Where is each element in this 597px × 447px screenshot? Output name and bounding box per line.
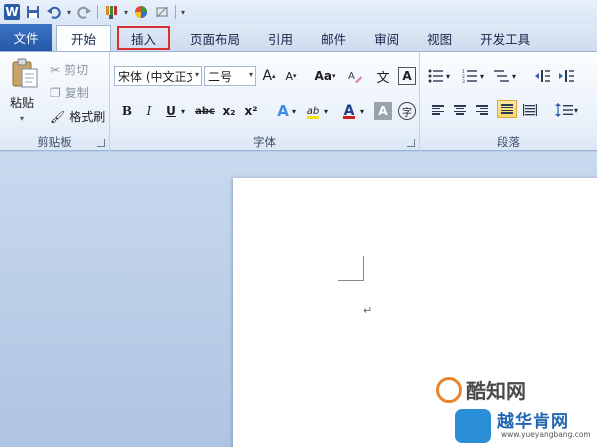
copy-icon: ❐ xyxy=(50,85,61,100)
font-color-swatch xyxy=(343,116,355,119)
chevron-down-icon: ▾ xyxy=(248,70,253,79)
phonetic-guide-button[interactable]: 文 xyxy=(374,67,392,86)
paragraph-mark: ↵ xyxy=(363,304,373,317)
tab-home[interactable]: 开始 xyxy=(56,25,112,51)
paste-icon[interactable] xyxy=(11,58,39,88)
clipboard-launcher-icon[interactable] xyxy=(97,139,105,147)
paste-button[interactable]: 粘贴 xyxy=(10,94,34,111)
word-app-icon[interactable]: W xyxy=(4,4,20,20)
customize-qat-icon[interactable]: ▾ xyxy=(181,8,185,17)
font-color-button[interactable]: A xyxy=(340,102,358,120)
multilevel-dropdown-icon[interactable]: ▾ xyxy=(510,67,518,85)
qat-dropdown-icon[interactable]: ▾ xyxy=(124,8,128,17)
enclose-characters-button[interactable]: 字 xyxy=(398,102,416,120)
font-group: 宋体 (中文正文) ▾ 二号 ▾ A▴ A▾ Aa▾ A 文 A B I U ▾… xyxy=(110,52,420,152)
color-wheel-icon[interactable] xyxy=(133,4,149,20)
tab-file[interactable]: 文件 xyxy=(0,24,52,51)
font-group-label: 字体 xyxy=(253,135,276,149)
clear-formatting-icon[interactable]: A xyxy=(346,67,364,85)
highlight-dropdown-icon[interactable]: ▾ xyxy=(322,102,330,120)
quick-access-toolbar: W ▾ ▾ ▾ xyxy=(0,0,597,24)
bold-button[interactable]: B xyxy=(118,102,136,120)
highlight-color-swatch xyxy=(307,116,319,119)
grow-font-button[interactable]: A ▴ xyxy=(260,67,278,85)
font-name-value: 宋体 (中文正文) xyxy=(118,69,192,84)
watermark-site2-url: www.yueyangbang.com xyxy=(501,430,591,439)
ribbon-tabs: 文件 开始 插入 页面布局 引用 邮件 审阅 视图 开发工具 xyxy=(0,24,597,51)
watermark-site2-name: 越华肯网 xyxy=(497,412,569,432)
tab-mailings[interactable]: 邮件 xyxy=(307,26,360,51)
draw-icon[interactable] xyxy=(154,4,170,20)
brush-icon: 🖌 xyxy=(50,109,66,124)
save-icon[interactable] xyxy=(25,4,41,20)
watermark-site2: 越华肯网 www.yueyangbang.com xyxy=(455,405,595,447)
underline-dropdown-icon[interactable]: ▾ xyxy=(178,102,188,120)
toolbar-separator xyxy=(97,5,99,19)
paragraph-group: ▾ 123 ▾ ▾ ▾ 段落 xyxy=(420,52,597,152)
font-name-combo[interactable]: 宋体 (中文正文) ▾ xyxy=(114,66,202,86)
numbering-dropdown-icon[interactable]: ▾ xyxy=(478,67,486,85)
subscript-button[interactable]: x₂ xyxy=(220,102,238,120)
tab-page-layout[interactable]: 页面布局 xyxy=(176,26,254,51)
bullets-dropdown-icon[interactable]: ▾ xyxy=(444,67,452,85)
character-shading-button[interactable]: A xyxy=(374,102,392,120)
highlight-button[interactable]: ab xyxy=(304,102,322,120)
font-size-combo[interactable]: 二号 ▾ xyxy=(204,66,256,86)
format-painter-qat-icon[interactable] xyxy=(103,4,119,20)
text-effects-dropdown-icon[interactable]: ▾ xyxy=(290,102,298,120)
change-case-button[interactable]: Aa ▾ xyxy=(312,67,338,85)
clipboard-group: 粘贴 ▾ ✂ 剪切 ❐ 复制 🖌 格式刷 剪贴板 xyxy=(0,52,110,152)
strikethrough-button[interactable]: abc xyxy=(194,102,216,120)
redo-icon[interactable] xyxy=(76,4,92,20)
undo-icon[interactable] xyxy=(46,4,62,20)
svg-text:3: 3 xyxy=(462,79,465,83)
justify-button[interactable] xyxy=(497,100,517,118)
superscript-button[interactable]: x² xyxy=(242,102,260,120)
font-color-dropdown-icon[interactable]: ▾ xyxy=(358,102,366,120)
tab-developer[interactable]: 开发工具 xyxy=(466,26,544,51)
bullets-button[interactable] xyxy=(426,67,446,85)
decrease-indent-icon[interactable] xyxy=(532,67,552,85)
undo-dropdown-icon[interactable]: ▾ xyxy=(67,8,71,17)
copy-button[interactable]: ❐ 复制 xyxy=(50,84,89,101)
text-area-corner-mark xyxy=(338,256,364,281)
font-launcher-icon[interactable] xyxy=(407,139,415,147)
tab-references[interactable]: 引用 xyxy=(254,26,307,51)
tab-review[interactable]: 审阅 xyxy=(360,26,413,51)
tab-insert[interactable]: 插入 xyxy=(117,26,171,50)
multilevel-list-button[interactable] xyxy=(492,67,512,85)
site-logo-icon xyxy=(436,376,462,403)
watermark-site1-name: 酷知网 xyxy=(466,379,526,403)
italic-button[interactable]: I xyxy=(140,102,158,120)
scissors-icon: ✂ xyxy=(50,62,61,77)
format-painter-button[interactable]: 🖌 格式刷 xyxy=(50,108,105,125)
format-painter-label: 格式刷 xyxy=(69,110,106,124)
watermark-site1: 酷知网 xyxy=(436,375,526,404)
align-right-button[interactable] xyxy=(472,101,492,119)
copy-label: 复制 xyxy=(64,86,89,100)
align-center-button[interactable] xyxy=(450,101,470,119)
site-badge-icon xyxy=(455,409,491,443)
character-border-button[interactable]: A xyxy=(398,67,416,85)
cut-button[interactable]: ✂ 剪切 xyxy=(50,61,88,78)
cut-label: 剪切 xyxy=(64,63,89,77)
distributed-align-button[interactable] xyxy=(520,101,540,119)
line-spacing-dropdown-icon[interactable]: ▾ xyxy=(572,101,580,119)
chevron-down-icon: ▾ xyxy=(194,70,199,79)
paste-dropdown-icon[interactable]: ▾ xyxy=(20,114,24,123)
numbering-button[interactable]: 123 xyxy=(460,67,480,85)
clipboard-group-label: 剪贴板 xyxy=(37,135,72,149)
paragraph-group-label: 段落 xyxy=(497,135,520,149)
font-size-value: 二号 xyxy=(208,69,233,84)
line-spacing-button[interactable] xyxy=(554,101,574,119)
shrink-font-button[interactable]: A ▾ xyxy=(282,67,300,85)
svg-text:A: A xyxy=(348,71,355,82)
tab-view[interactable]: 视图 xyxy=(413,26,466,51)
toolbar-separator xyxy=(175,5,177,19)
align-left-button[interactable] xyxy=(428,101,448,119)
ribbon-home: 粘贴 ▾ ✂ 剪切 ❐ 复制 🖌 格式刷 剪贴板 宋体 (中文正文) ▾ 二号 … xyxy=(0,51,597,152)
increase-indent-icon[interactable] xyxy=(556,67,576,85)
